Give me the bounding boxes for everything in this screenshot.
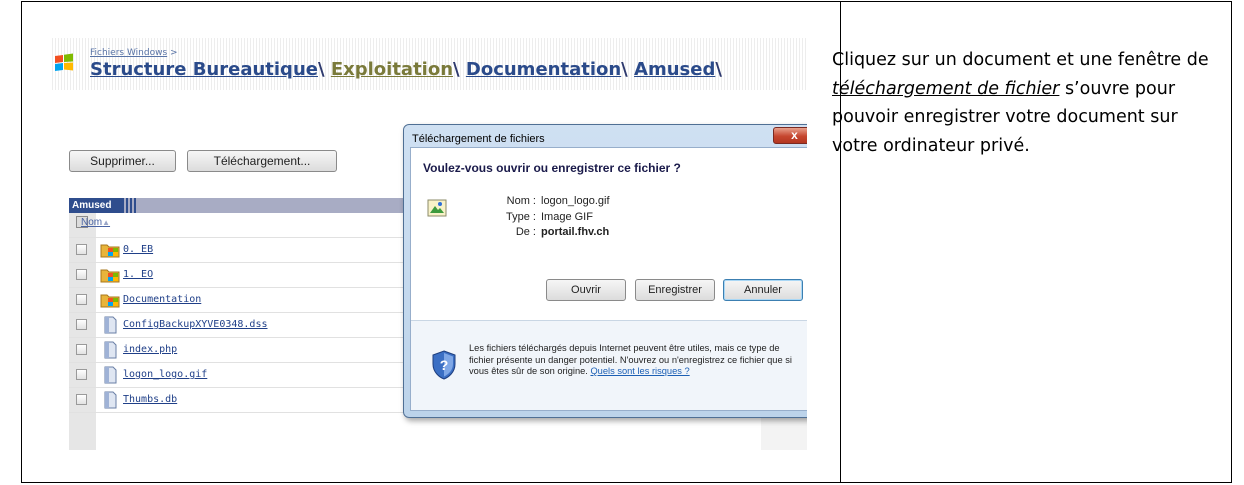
breadcrumb-segment[interactable]: Documentation	[466, 59, 621, 80]
file-meta-labels: Nom : Type : De :	[481, 194, 536, 241]
svg-text:?: ?	[440, 357, 449, 373]
grid-tab-amused[interactable]: Amused	[69, 198, 122, 213]
file-name-label: Nom :	[506, 195, 536, 207]
breadcrumb-parent-link[interactable]: Fichiers Windows	[90, 48, 167, 58]
breadcrumb-segment[interactable]: Amused	[634, 59, 715, 80]
file-icon	[100, 316, 120, 334]
breadcrumb-segment[interactable]: Structure Bureautique	[90, 59, 318, 80]
dialog-content: Voulez-vous ouvrir ou enregistrer ce fic…	[410, 147, 807, 411]
breadcrumb-parent-separator: >	[167, 48, 178, 58]
row-checkbox[interactable]	[76, 244, 87, 255]
folder-icon	[100, 266, 120, 284]
file-name-link[interactable]: logon_logo.gif	[123, 369, 207, 380]
grid-tab-bars	[122, 198, 138, 213]
file-icon	[100, 366, 120, 384]
file-manager-screenshot: Fichiers Windows > Structure Bureautique…	[50, 38, 807, 450]
windows-logo-icon	[55, 53, 73, 71]
breadcrumb-separator: \	[317, 59, 325, 80]
file-name-link[interactable]: Documentation	[123, 294, 201, 305]
open-button[interactable]: Ouvrir	[546, 279, 626, 301]
breadcrumb-separator: \	[621, 59, 628, 80]
row-checkbox[interactable]	[76, 344, 87, 355]
file-type-value: Image GIF	[541, 210, 593, 223]
breadcrumb-separator: \	[715, 59, 722, 80]
folder-icon	[100, 291, 120, 309]
row-checkbox[interactable]	[76, 319, 87, 330]
row-checkbox[interactable]	[76, 294, 87, 305]
file-name-value: logon_logo.gif	[541, 195, 610, 207]
row-checkbox[interactable]	[76, 394, 87, 405]
breadcrumb: Structure Bureautique\ Exploitation\ Doc…	[90, 59, 722, 80]
cancel-button[interactable]: Annuler	[723, 279, 803, 301]
dialog-close-button[interactable]: x	[773, 127, 807, 144]
row-checkbox[interactable]	[76, 269, 87, 280]
file-meta-values: logon_logo.gif Image GIF portail.fhv.ch	[541, 194, 610, 241]
file-type-label: Type :	[506, 210, 536, 223]
download-dialog: Téléchargement de fichiers x Voulez-vous…	[403, 124, 807, 418]
breadcrumb-separator: \	[453, 59, 460, 80]
file-name-link[interactable]: Thumbs.db	[123, 394, 177, 405]
warning-area: ? Les fichiers téléchargés depuis Intern…	[411, 321, 807, 410]
file-name-link[interactable]: 1. EO	[123, 269, 153, 280]
file-name-link[interactable]: index.php	[123, 344, 177, 355]
file-name-link[interactable]: 0. EB	[123, 244, 153, 255]
explanation-part1: Cliquez sur un document et une fenêtre d…	[832, 50, 1209, 70]
explanation-text: Cliquez sur un document et une fenêtre d…	[832, 46, 1212, 160]
column-header-name-label: Nom	[81, 217, 103, 228]
security-shield-icon: ?	[432, 350, 456, 380]
dialog-question: Voulez-vous ouvrir ou enregistrer ce fic…	[423, 161, 681, 175]
dialog-title: Téléchargement de fichiers	[412, 133, 545, 145]
file-from-value: portail.fhv.ch	[541, 226, 610, 238]
row-checkbox[interactable]	[76, 369, 87, 380]
breadcrumb-segment[interactable]: Exploitation	[331, 59, 453, 80]
save-button[interactable]: Enregistrer	[635, 279, 715, 301]
file-from-label: De :	[515, 226, 536, 238]
image-file-icon	[427, 199, 447, 217]
folder-icon	[100, 241, 120, 259]
delete-button[interactable]: Supprimer...	[69, 150, 176, 172]
file-icon	[100, 391, 120, 409]
file-name-link[interactable]: ConfigBackupXYVE0348.dss	[123, 319, 268, 330]
breadcrumb-parent: Fichiers Windows >	[90, 48, 178, 58]
column-header-name[interactable]: Nom▲	[81, 217, 110, 228]
explanation-emphasis: téléchargement de fichier	[832, 78, 1060, 99]
warning-text: Les fichiers téléchargés depuis Internet…	[469, 343, 799, 378]
file-icon	[100, 341, 120, 359]
download-button[interactable]: Téléchargement...	[187, 150, 337, 172]
risks-link[interactable]: Quels sont les risques ?	[590, 366, 689, 376]
sort-asc-icon: ▲	[102, 218, 111, 227]
